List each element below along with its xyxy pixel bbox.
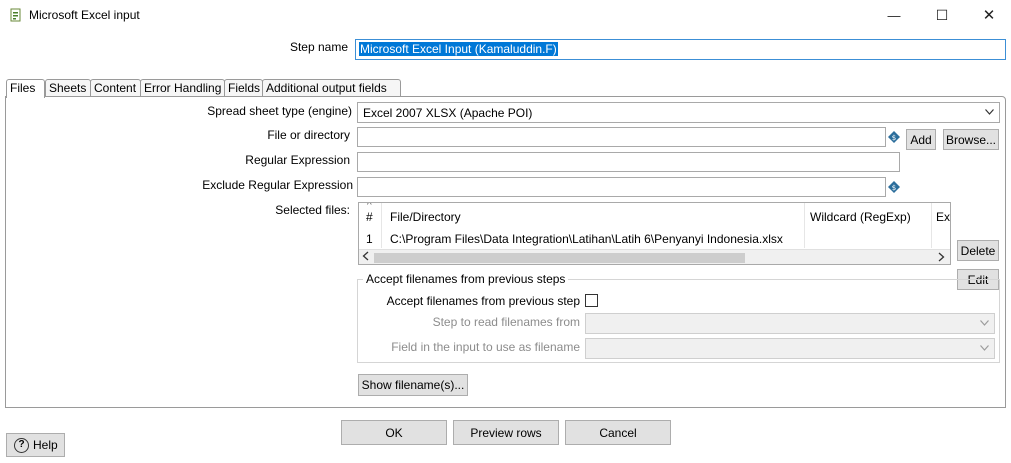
spreadsheet-type-label: Spread sheet type (engine) <box>207 104 352 118</box>
table-header-cell[interactable]: Wildcard (RegExp) <box>810 210 911 224</box>
tab-files[interactable]: Files <box>6 79 45 98</box>
variable-diamond-icon[interactable]: $ <box>888 131 900 143</box>
preview-rows-button[interactable]: Preview rows <box>453 420 559 445</box>
regex-input[interactable] <box>357 152 900 172</box>
cancel-button[interactable]: Cancel <box>565 420 671 445</box>
step-to-read-select[interactable] <box>585 313 995 334</box>
step-name-label: Step name <box>289 40 348 54</box>
title-bar: Microsoft Excel input — ☐ ✕ <box>0 0 1011 30</box>
field-in-input-select[interactable] <box>585 338 995 359</box>
variable-diamond-icon[interactable]: $ <box>888 181 900 193</box>
regex-label: Regular Expression <box>245 153 350 167</box>
spreadsheet-type-value: Excel 2007 XLSX (Apache POI) <box>363 105 533 120</box>
window-title: Microsoft Excel input <box>29 8 140 22</box>
ok-button[interactable]: OK <box>341 420 447 445</box>
selected-files-table[interactable]: ^ # File/Directory Wildcard (RegExp) Exc… <box>358 202 951 265</box>
show-filenames-button[interactable]: Show filename(s)... <box>358 374 468 396</box>
help-icon: ? <box>14 437 29 453</box>
accept-filenames-label: Accept filenames from previous step <box>386 294 580 308</box>
spreadsheet-type-select[interactable]: Excel 2007 XLSX (Apache POI) <box>357 102 1000 123</box>
chevron-down-icon <box>980 342 989 354</box>
table-cell-file-directory[interactable]: C:\Program Files\Data Integration\Latiha… <box>390 232 783 246</box>
table-header-cell[interactable]: File/Directory <box>390 210 461 224</box>
table-row-number: 1 <box>366 232 373 246</box>
tab-additional-output-fields[interactable]: Additional output fields <box>262 79 401 97</box>
scroll-left-icon[interactable] <box>362 251 369 264</box>
maximize-icon: ☐ <box>935 6 949 23</box>
accept-filenames-checkbox[interactable] <box>585 294 598 307</box>
step-name-input[interactable]: Microsoft Excel Input (Kamaluddin.F) <box>355 39 1006 60</box>
minimize-button[interactable]: — <box>882 4 906 26</box>
scrollbar-thumb[interactable] <box>374 253 745 263</box>
tab-error-handling[interactable]: Error Handling <box>140 79 225 97</box>
delete-button[interactable]: Delete <box>957 240 999 261</box>
svg-text:$: $ <box>892 184 896 192</box>
table-header-cell[interactable]: # <box>366 210 373 224</box>
minimize-icon: — <box>887 7 901 23</box>
chevron-down-icon <box>985 106 994 118</box>
maximize-button[interactable]: ☐ <box>930 4 954 26</box>
tab-fields[interactable]: Fields <box>224 79 263 97</box>
add-button[interactable]: Add <box>906 129 936 150</box>
file-or-directory-label: File or directory <box>267 128 350 142</box>
accept-filenames-group-title: Accept filenames from previous steps <box>363 272 569 286</box>
selected-files-label: Selected files: <box>275 203 350 217</box>
help-label: Help <box>33 438 58 452</box>
close-button[interactable]: ✕ <box>977 4 1001 26</box>
field-in-input-label: Field in the input to use as filename <box>391 340 580 354</box>
tab-sheets[interactable]: Sheets <box>45 79 91 97</box>
exclude-regex-label: Exclude Regular Expression <box>202 178 353 192</box>
chevron-down-icon <box>980 317 989 329</box>
spoon-app-icon <box>10 8 22 22</box>
svg-text:$: $ <box>892 134 896 142</box>
help-button[interactable]: ? Help <box>6 433 65 457</box>
step-to-read-label: Step to read filenames from <box>432 315 580 329</box>
scroll-right-icon[interactable] <box>938 251 945 264</box>
tab-content[interactable]: Content <box>90 79 141 97</box>
file-or-directory-input[interactable] <box>357 127 886 147</box>
exclude-regex-input[interactable] <box>357 177 886 197</box>
close-icon: ✕ <box>982 7 996 24</box>
step-name-value: Microsoft Excel Input (Kamaluddin.F) <box>359 42 558 56</box>
browse-button[interactable]: Browse... <box>943 129 999 150</box>
horizontal-scrollbar[interactable] <box>359 249 950 264</box>
table-header-cell[interactable]: Exc <box>936 210 950 224</box>
